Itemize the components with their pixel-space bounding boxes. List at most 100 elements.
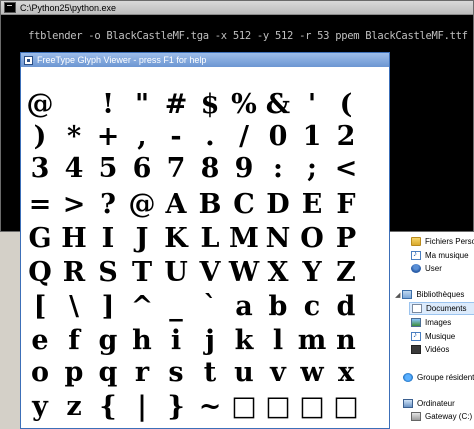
glyph: D bbox=[266, 189, 290, 220]
glyph: v bbox=[270, 357, 286, 388]
console-output[interactable]: ftblender -o BlackCastleMF.tga -x 512 -y… bbox=[1, 15, 473, 57]
glyph: h bbox=[132, 325, 152, 356]
viewer-app-icon bbox=[24, 55, 33, 65]
glyph bbox=[57, 89, 91, 121]
documents-icon bbox=[412, 304, 422, 313]
glyph-row: [ \ ] ^ _ ` a b c d bbox=[23, 291, 363, 323]
glyph: □ bbox=[265, 391, 291, 422]
glyph: 4 bbox=[64, 153, 84, 184]
glyph: X bbox=[267, 257, 289, 288]
glyph: ] bbox=[101, 291, 115, 322]
glyph: . bbox=[205, 121, 215, 152]
glyph: l bbox=[272, 325, 284, 356]
nav-item-fichiers-perso[interactable]: Fichiers Perso bbox=[411, 235, 474, 248]
glyph: w bbox=[300, 357, 324, 388]
nav-item-label: Images bbox=[425, 318, 452, 327]
glyph: 8 bbox=[200, 153, 220, 184]
glyph: V bbox=[199, 257, 221, 288]
glyph: 5 bbox=[98, 153, 118, 184]
glyph: O bbox=[300, 223, 324, 254]
nav-item-label: Ma musique bbox=[425, 251, 469, 260]
glyph: + bbox=[96, 121, 120, 152]
glyph-viewer-title: FreeType Glyph Viewer - press F1 for hel… bbox=[37, 55, 207, 65]
glyph: # bbox=[164, 89, 188, 120]
glyph: r bbox=[134, 357, 150, 388]
glyph: P bbox=[335, 223, 357, 254]
glyph-row: Q R S T U V W X Y Z bbox=[23, 257, 363, 289]
console-titlebar[interactable]: C:\Python25\python.exe bbox=[1, 1, 473, 15]
nav-item-label: Ordinateur bbox=[417, 399, 455, 408]
nav-item-groupe-resident[interactable]: Groupe résident bbox=[403, 371, 474, 384]
nav-item-documents[interactable]: Documents bbox=[409, 302, 474, 315]
glyph-row: ) * + , - . / 0 1 2 bbox=[23, 121, 363, 153]
libraries-icon bbox=[402, 290, 413, 299]
computer-icon bbox=[403, 399, 413, 408]
glyph: % bbox=[231, 89, 257, 120]
folder-icon bbox=[411, 237, 421, 246]
glyph: 9 bbox=[234, 153, 254, 184]
user-icon bbox=[411, 264, 421, 273]
glyph: K bbox=[164, 223, 188, 254]
glyph: @ bbox=[26, 89, 54, 120]
glyph: F bbox=[336, 189, 356, 220]
glyph: @ bbox=[128, 189, 156, 220]
glyph: e bbox=[31, 325, 49, 356]
glyph: S bbox=[98, 257, 118, 288]
glyph: Z bbox=[336, 257, 356, 288]
glyph-row: @ ! " # $ % & ' ( bbox=[23, 89, 363, 121]
glyph: T bbox=[131, 257, 153, 288]
glyph: W bbox=[228, 257, 260, 288]
glyph: b bbox=[268, 291, 288, 322]
glyph: ` bbox=[203, 291, 217, 322]
nav-item-musique[interactable]: Musique bbox=[411, 330, 455, 343]
glyph: | bbox=[137, 391, 147, 422]
glyph-row: = > ? @ A B C D E F bbox=[23, 189, 363, 221]
glyph: □ bbox=[333, 391, 359, 422]
nav-item-label: Bibliothèques bbox=[416, 290, 465, 299]
glyph: 3 bbox=[30, 153, 50, 184]
nav-item-bibliotheques[interactable]: ◢ Bibliothèques bbox=[395, 288, 464, 301]
glyph: H bbox=[61, 223, 87, 254]
glyph: < bbox=[334, 153, 358, 184]
collapse-arrow-icon[interactable]: ◢ bbox=[395, 291, 400, 299]
glyph: q bbox=[98, 357, 118, 388]
glyph: B bbox=[198, 189, 222, 220]
glyph: s bbox=[168, 357, 184, 388]
glyph: ' bbox=[307, 89, 317, 120]
glyph: □ bbox=[231, 391, 257, 422]
nav-item-label: Groupe résident bbox=[417, 373, 474, 382]
glyph: - bbox=[170, 121, 182, 152]
glyph: z bbox=[66, 391, 82, 422]
nav-item-videos[interactable]: Vidéos bbox=[411, 343, 449, 356]
glyph: : bbox=[273, 153, 283, 184]
glyph: g bbox=[98, 325, 118, 356]
nav-item-label: Vidéos bbox=[425, 345, 450, 354]
nav-item-ma-musique[interactable]: Ma musique bbox=[411, 249, 469, 262]
glyph: ( bbox=[339, 89, 353, 120]
drive-icon bbox=[411, 412, 421, 421]
glyph: R bbox=[62, 257, 86, 288]
explorer-nav-pane: Fichiers Perso Ma musique User ◢ Bibliot… bbox=[388, 232, 474, 429]
glyph: j bbox=[205, 325, 215, 356]
glyph: ? bbox=[100, 189, 116, 220]
glyph: y bbox=[32, 391, 48, 422]
glyph: ) bbox=[33, 121, 47, 152]
nav-item-ordinateur[interactable]: Ordinateur bbox=[403, 397, 455, 410]
nav-item-label: Documents bbox=[426, 304, 467, 313]
glyph: I bbox=[101, 223, 115, 254]
glyph: ! bbox=[102, 89, 114, 120]
glyph-viewer-titlebar[interactable]: FreeType Glyph Viewer - press F1 for hel… bbox=[21, 53, 389, 67]
glyph-row: 3 4 5 6 7 8 9 : ; < bbox=[23, 153, 363, 185]
glyph: ~ bbox=[198, 391, 222, 422]
glyph-canvas[interactable]: @ ! " # $ % & ' ( ) * + , - . / 0 1 2 3 … bbox=[21, 67, 389, 428]
glyph: 0 bbox=[268, 121, 288, 152]
glyph: u bbox=[234, 357, 254, 388]
nav-item-images[interactable]: Images bbox=[411, 316, 451, 329]
glyph: A bbox=[165, 189, 187, 220]
console-app-icon bbox=[4, 2, 16, 13]
nav-item-user[interactable]: User bbox=[411, 262, 442, 275]
nav-item-gateway-drive[interactable]: Gateway (C:) bbox=[411, 410, 472, 423]
glyph: k bbox=[234, 325, 254, 356]
glyph: d bbox=[336, 291, 356, 322]
glyph-row: o p q r s t u v w x bbox=[23, 357, 363, 389]
